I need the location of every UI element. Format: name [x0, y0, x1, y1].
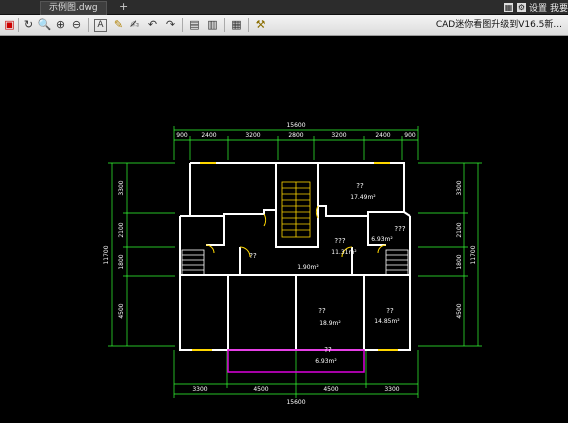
dim-top-2: 2400 [201, 132, 216, 139]
toolbar-separator [88, 18, 89, 32]
dim-left-4: 4500 [118, 303, 125, 318]
layer-icon[interactable]: ▤ [187, 17, 202, 32]
text-icon[interactable]: A [94, 19, 107, 32]
dim-bottom-total: 15600 [286, 399, 305, 406]
dim-top-4: 2800 [288, 132, 303, 139]
toolbar-separator [18, 18, 19, 32]
grid-icon[interactable]: ▦ [503, 2, 513, 12]
settings-link[interactable]: 设置 [529, 1, 547, 14]
toolbar: ▣ ↻ 🔍 ⊕ ⊖ A ✎ ✍ ↶ ↷ ▤ ▥ ▦ ⚒ CAD迷你看图升级到V1… [0, 15, 568, 36]
zoom-out-icon[interactable]: ⊖ [69, 17, 84, 32]
toolbar-separator [248, 18, 249, 32]
room-6-area: 14.85m² [374, 318, 400, 325]
title-bar: 示例图.dwg + ▦ ⚙ 设置 我要 [0, 0, 568, 15]
stair-core [281, 181, 311, 238]
dim-right-2: 2100 [456, 222, 463, 237]
room-1-area: 17.49m² [350, 194, 376, 201]
dim-bottom-3: 4500 [323, 386, 338, 393]
dim-top-1: 900 [176, 132, 188, 139]
dim-left-total: 11700 [103, 245, 110, 264]
layout-icon[interactable]: ▦ [229, 17, 244, 32]
more-link[interactable]: 我要 [550, 1, 568, 14]
dim-left-2: 2100 [118, 222, 125, 237]
floor-plan: 15600 900 2400 3200 2800 3200 2400 900 3… [103, 122, 482, 406]
dim-right-total: 11700 [470, 245, 477, 264]
dim-top-3: 3200 [245, 132, 260, 139]
room-2-name: ??? [334, 237, 345, 245]
app-logo-icon[interactable]: ▣ [2, 17, 17, 32]
dimension-lines [108, 126, 482, 398]
room-3-area: 6.93m² [371, 236, 393, 243]
dim-top-7: 900 [404, 132, 416, 139]
dim-bottom-1: 3300 [192, 386, 207, 393]
print-icon[interactable]: ▥ [205, 17, 220, 32]
new-tab-button[interactable]: + [119, 0, 128, 13]
dim-top-5: 3200 [331, 132, 346, 139]
dim-bottom-2: 4500 [253, 386, 268, 393]
dim-bottom-4: 3300 [384, 386, 399, 393]
refresh-icon[interactable]: ↻ [21, 17, 36, 32]
room-5-area: 18.9m² [319, 320, 341, 327]
zoom-in-icon[interactable]: 🔍 [37, 17, 52, 32]
room-6-name: ?? [386, 307, 394, 315]
room-8-name: ?? [249, 252, 257, 260]
room-4-area: 1.90m² [297, 264, 319, 271]
drawing-canvas[interactable]: 15600 900 2400 3200 2800 3200 2400 900 3… [0, 36, 568, 419]
room-3-name: ??? [394, 225, 405, 233]
stair-left [181, 249, 205, 276]
markup-icon[interactable]: ✍ [127, 17, 142, 32]
toolbar-separator [182, 18, 183, 32]
room-5-name: ?? [318, 307, 326, 315]
pencil-icon[interactable]: ✎ [111, 17, 126, 32]
dim-right-3: 1800 [456, 254, 463, 269]
toolbar-separator [224, 18, 225, 32]
dim-top-total: 15600 [286, 122, 305, 129]
settings-icon[interactable]: ⚒ [253, 17, 268, 32]
dim-left-3: 1800 [118, 254, 125, 269]
room-2-area: 11.31m² [331, 249, 357, 256]
app-title: CAD迷你看图升级到V16.5新... [435, 20, 562, 30]
title-bar-controls: ▦ ⚙ 设置 我要 [500, 0, 568, 14]
zoom-window-icon[interactable]: ⊕ [53, 17, 68, 32]
undo-icon[interactable]: ↶ [145, 17, 160, 32]
room-1-name: ?? [356, 182, 364, 190]
dim-right-4: 4500 [456, 303, 463, 318]
stair-right [385, 249, 409, 276]
redo-icon[interactable]: ↷ [163, 17, 178, 32]
dim-top-6: 2400 [375, 132, 390, 139]
dim-left-1: 3300 [118, 180, 125, 195]
tab-drawing[interactable]: 示例图.dwg [40, 1, 107, 15]
room-7-area: 6.93m² [315, 358, 337, 365]
gear-icon[interactable]: ⚙ [516, 2, 526, 12]
dim-right-1: 3300 [456, 180, 463, 195]
dimension-texts: 15600 900 2400 3200 2800 3200 2400 900 3… [103, 122, 477, 406]
room-7-name: ?? [324, 346, 332, 354]
